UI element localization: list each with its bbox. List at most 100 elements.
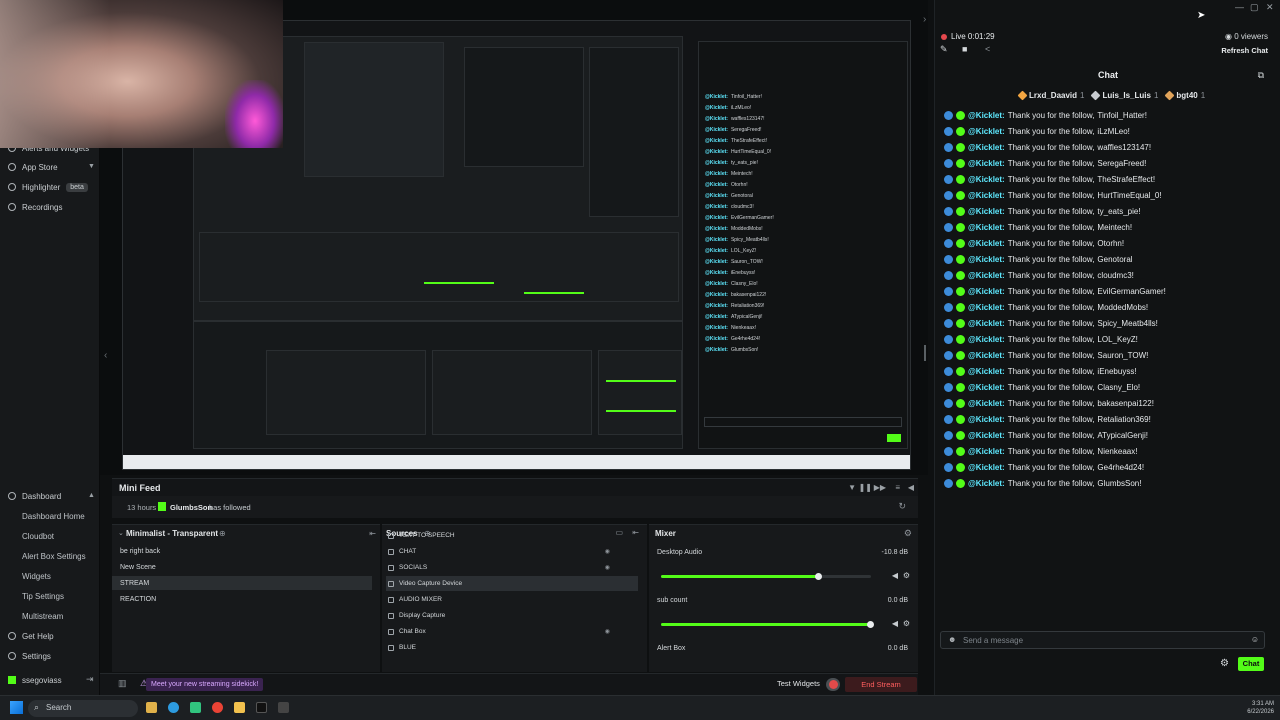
minimize-icon[interactable]: — [1235, 2, 1244, 12]
emoji-icon[interactable]: ☺ [1251, 635, 1259, 644]
channel-settings-icon[interactable]: ⚙ [903, 571, 910, 580]
chat-username[interactable]: @Kicklet: [968, 175, 1005, 184]
chat-username[interactable]: @Kicklet: [968, 399, 1005, 408]
refresh-icon[interactable]: ↻ [898, 501, 906, 512]
chat-username[interactable]: @Kicklet: [968, 479, 1005, 488]
source-item[interactable]: AUDIO MIXER [386, 592, 638, 607]
chat-username[interactable]: @Kicklet: [968, 223, 1005, 232]
visibility-icon[interactable]: ◉ [605, 548, 610, 555]
add-scene-icon[interactable]: ⊕ [219, 529, 226, 538]
chat-username[interactable]: @Kicklet: [968, 255, 1005, 264]
chat-username[interactable]: @Kicklet: [968, 351, 1005, 360]
test-widgets-button[interactable]: Test Widgets [777, 679, 820, 688]
app-icon[interactable] [278, 702, 289, 713]
chat-username[interactable]: @Kicklet: [968, 335, 1005, 344]
fader-knob[interactable] [814, 573, 822, 580]
send-message-input[interactable] [963, 634, 1243, 647]
sidebar-subitem-cloudbot[interactable]: Cloudbot [22, 532, 54, 541]
fader-knob[interactable] [867, 621, 874, 628]
source-item[interactable]: Display Capture [386, 608, 638, 623]
scene-item[interactable]: New Scene [120, 564, 156, 571]
chat-username[interactable]: @Kicklet: [968, 127, 1005, 136]
sidebar-subitem-widgets[interactable]: Widgets [22, 572, 51, 581]
file-explorer-icon[interactable] [146, 702, 157, 713]
chevron-up-icon[interactable]: ▲ [88, 492, 95, 499]
scene-item[interactable]: REACTION [120, 596, 156, 603]
taskbar-search[interactable]: ⌕ Search [28, 700, 138, 717]
gear-icon[interactable]: ⚙ [904, 528, 912, 539]
sidebar-item-get-help[interactable]: Get Help [8, 627, 54, 645]
sidebar-subitem-multistream[interactable]: Multistream [22, 612, 63, 621]
chat-username[interactable]: @Kicklet: [968, 319, 1005, 328]
visibility-icon[interactable]: ◉ [605, 564, 610, 571]
filter-icon[interactable]: ▼ [848, 483, 856, 492]
source-item[interactable]: SOCIALS ◉ [386, 560, 638, 575]
chat-popout-icon[interactable]: ⧉ [1258, 70, 1264, 81]
visibility-icon[interactable]: ◉ [605, 628, 610, 635]
share-icon[interactable]: < [985, 44, 990, 54]
scene-item-selected[interactable]: STREAM [120, 580, 149, 587]
sidebar-user[interactable]: ssegoviass [8, 671, 62, 689]
chat-username[interactable]: @Kicklet: [968, 239, 1005, 248]
chat-username[interactable]: @Kicklet: [968, 431, 1005, 440]
camera-icon[interactable]: ■ [962, 44, 967, 54]
sidebar-item-highlighter[interactable]: Highlighter beta [8, 178, 88, 196]
sidebar-subitem-tip-settings[interactable]: Tip Settings [22, 592, 64, 601]
collapse-left-icon[interactable]: ‹ [104, 350, 107, 361]
chat-username[interactable]: @Kicklet: [968, 415, 1005, 424]
windows-start-icon[interactable] [10, 701, 23, 714]
chat-username[interactable]: @Kicklet: [968, 143, 1005, 152]
test-widgets-toggle[interactable] [826, 678, 840, 691]
maximize-icon[interactable]: ▢ [1250, 2, 1259, 13]
end-stream-button[interactable]: End Stream [845, 677, 917, 692]
chat-username[interactable]: @Kicklet: [968, 383, 1005, 392]
source-item[interactable]: CHAT ◉ [386, 544, 638, 559]
sidebar-subitem-dashboard-home[interactable]: Dashboard Home [22, 512, 85, 521]
pencil-icon[interactable]: ✎ [940, 44, 948, 55]
top-user[interactable]: Lrxd_Daavid 1 [1017, 90, 1084, 101]
mute-icon[interactable]: ◀ [892, 571, 898, 580]
volume-fader[interactable] [661, 573, 871, 580]
pause-icon[interactable]: ❚❚ [859, 483, 872, 492]
edge-icon[interactable] [168, 702, 179, 713]
chevron-down-icon[interactable]: ▼ [88, 163, 95, 170]
top-user[interactable]: Luis_Is_Luis 1 [1091, 90, 1158, 101]
source-item[interactable]: TEXT TO SPEECH [386, 528, 638, 543]
channel-settings-icon[interactable]: ⚙ [903, 619, 910, 628]
sidebar-item-app-store[interactable]: App Store [8, 158, 58, 176]
emote-icon[interactable]: ☻ [948, 635, 956, 644]
collapse-right-icon[interactable]: › [923, 14, 926, 25]
close-icon[interactable]: ✕ [1266, 2, 1274, 13]
sidebar-subitem-alert-box-settings[interactable]: Alert Box Settings [22, 552, 86, 561]
tiktok-icon[interactable] [256, 702, 267, 713]
chat-settings-icon[interactable]: ⚙ [1220, 658, 1229, 669]
top-user[interactable]: bgt40 1 [1164, 90, 1205, 101]
chat-username[interactable]: @Kicklet: [968, 271, 1005, 280]
chat-username[interactable]: @Kicklet: [968, 463, 1005, 472]
folder-icon[interactable] [234, 702, 245, 713]
chat-username[interactable]: @Kicklet: [968, 207, 1005, 216]
chat-username[interactable]: @Kicklet: [968, 447, 1005, 456]
mute-icon[interactable]: ◀ [892, 619, 898, 628]
streamlabs-icon[interactable] [190, 702, 201, 713]
settings-icon[interactable]: ≡ [895, 483, 900, 492]
chat-username[interactable]: @Kicklet: [968, 367, 1005, 376]
source-item[interactable]: BLUE [386, 640, 638, 655]
taskbar-clock[interactable]: 3:31 AM 6/22/2026 [1247, 700, 1274, 716]
scene-item[interactable]: be right back [120, 548, 160, 555]
volume-icon[interactable]: ◀ [908, 483, 914, 492]
chat-send-button[interactable]: Chat [1238, 657, 1264, 671]
source-item[interactable]: Video Capture Device [386, 576, 638, 591]
sidebar-item-settings[interactable]: Settings [8, 647, 51, 665]
refresh-chat-button[interactable]: Refresh Chat [1221, 46, 1268, 55]
chat-username[interactable]: @Kicklet: [968, 111, 1005, 120]
volume-fader[interactable] [661, 621, 874, 628]
chat-username[interactable]: @Kicklet: [968, 303, 1005, 312]
logout-icon[interactable]: ⇥ [86, 674, 94, 685]
chat-username[interactable]: @Kicklet: [968, 287, 1005, 296]
chat-username[interactable]: @Kicklet: [968, 159, 1005, 168]
chat-username[interactable]: @Kicklet: [968, 191, 1005, 200]
source-item[interactable]: Chat Box ◉ [386, 624, 638, 639]
sidekick-banner[interactable]: Meet your new streaming sidekick! [146, 678, 264, 691]
sidebar-item-dashboard[interactable]: Dashboard [8, 487, 61, 505]
